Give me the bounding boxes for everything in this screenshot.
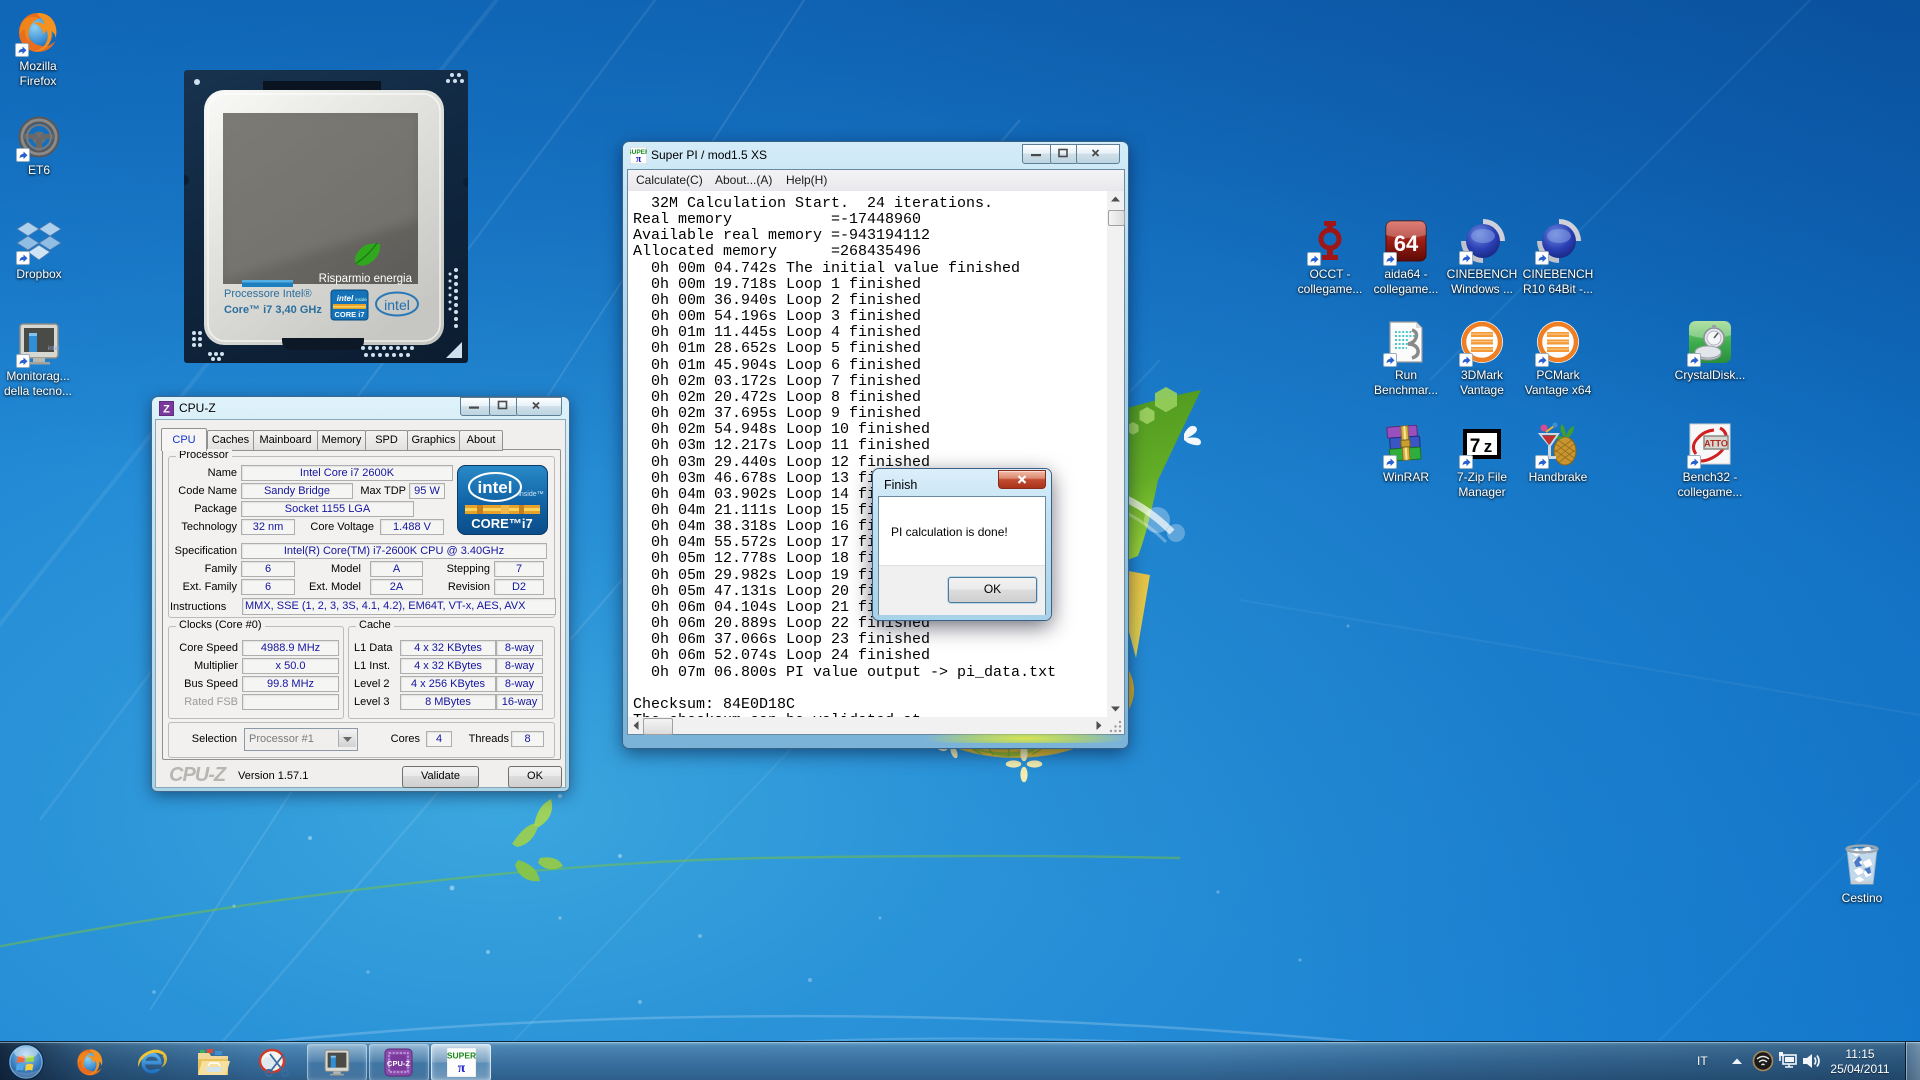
svg-text:CPU-Z: CPU-Z [387, 1059, 410, 1068]
svg-text:π: π [636, 154, 642, 164]
svg-text:inside: inside [355, 297, 367, 302]
svg-text:z: z [1484, 437, 1493, 456]
svg-text:Risparmio energia: Risparmio energia [319, 273, 413, 285]
svg-text:intel: intel [48, 346, 59, 352]
svg-text:Processore Intel®: Processore Intel® [224, 288, 312, 300]
svg-text:intel: intel [478, 478, 513, 497]
svg-text:inside™: inside™ [518, 491, 543, 498]
svg-text:intel: intel [384, 297, 410, 313]
svg-text:64: 64 [1394, 231, 1419, 256]
svg-text:SUPER: SUPER [447, 1051, 476, 1061]
svg-text:CORE i7: CORE i7 [334, 310, 364, 319]
svg-text:ATTO: ATTO [1704, 439, 1728, 449]
svg-text:π: π [458, 1060, 466, 1075]
svg-text:CORE™i7: CORE™i7 [471, 516, 532, 531]
svg-text:Z: Z [163, 404, 170, 416]
svg-text:7: 7 [1470, 436, 1481, 457]
svg-text:Core™ i7 3,40 GHz: Core™ i7 3,40 GHz [224, 304, 322, 316]
svg-text:intel: intel [337, 294, 354, 303]
